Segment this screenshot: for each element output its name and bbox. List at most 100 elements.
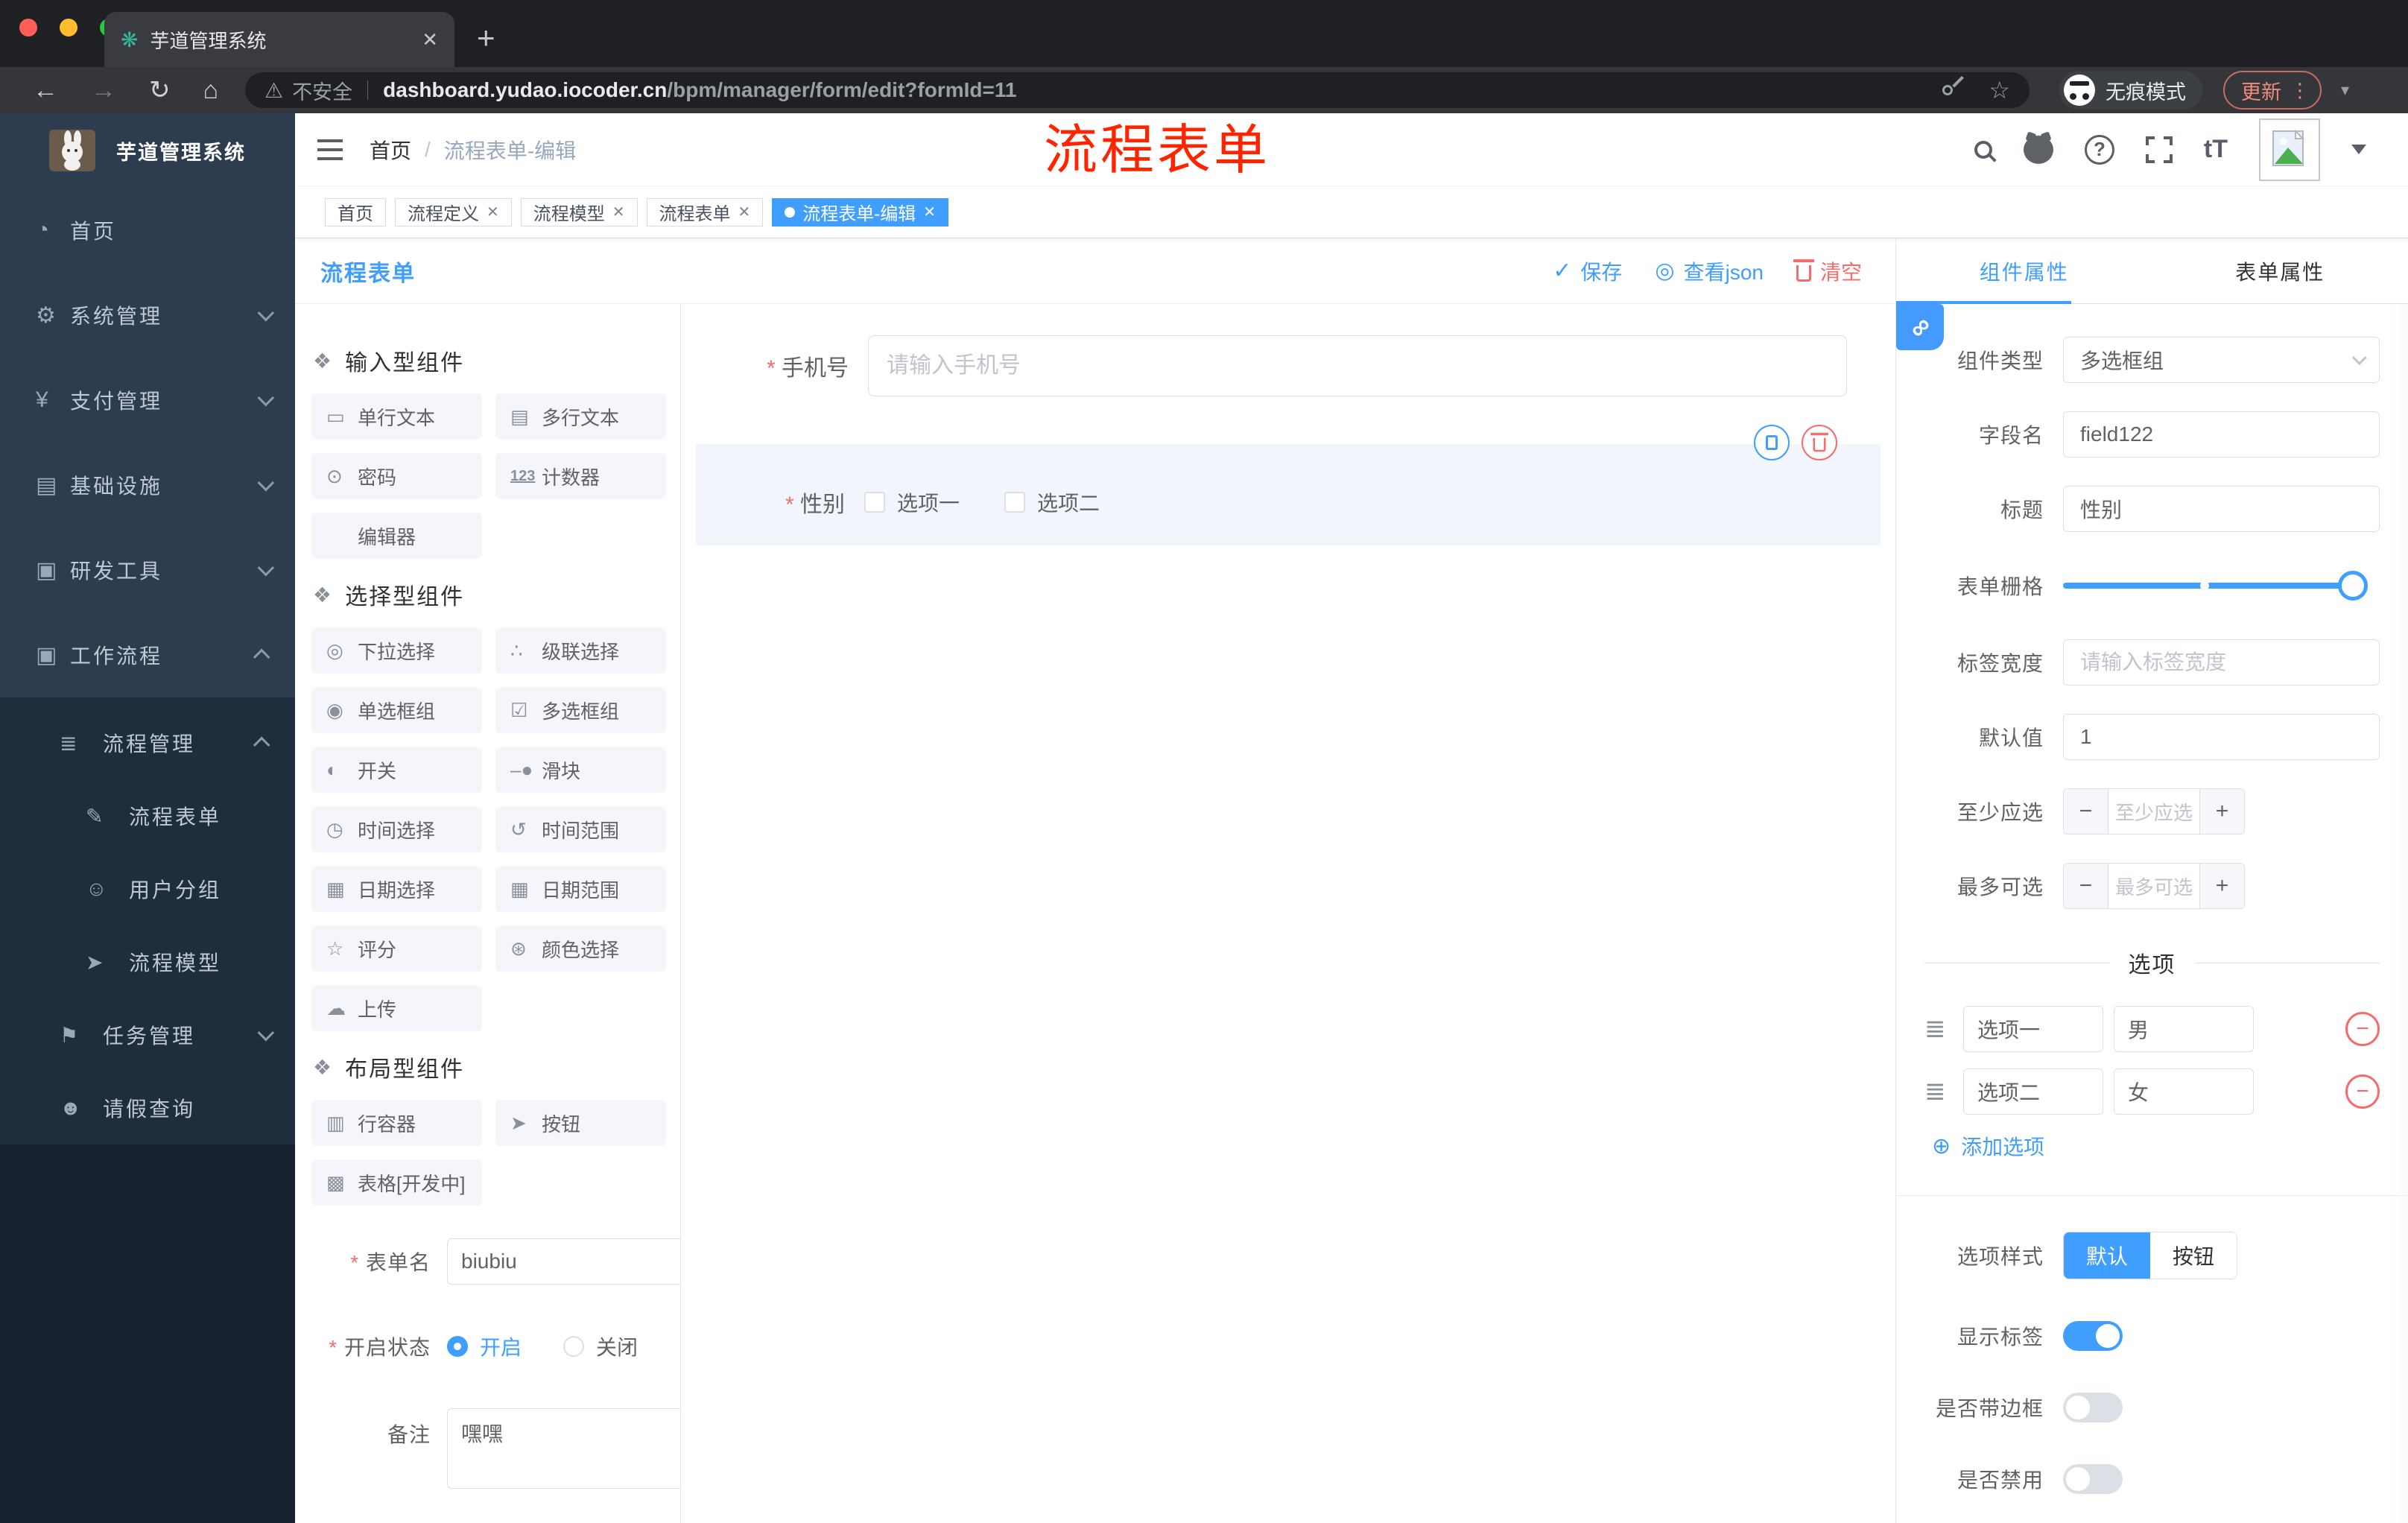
- slider-handle[interactable]: [2338, 571, 2368, 601]
- tag-home[interactable]: 首页: [325, 197, 386, 227]
- remove-option-button[interactable]: [2345, 1012, 2380, 1046]
- show-label-toggle-on[interactable]: [2063, 1321, 2123, 1351]
- search-icon[interactable]: [1974, 140, 1992, 159]
- browser-update-button[interactable]: 更新 ⋮: [2223, 71, 2322, 110]
- browser-tab[interactable]: ❋ 芋道管理系统 ✕: [104, 12, 454, 67]
- browser-caret-icon[interactable]: ▾: [2341, 80, 2349, 100]
- sidebar-item-workflow[interactable]: ▣ 工作流程: [0, 612, 295, 697]
- tag-close-icon[interactable]: [923, 203, 936, 221]
- sidebar-item-task-mgmt[interactable]: ⚑ 任务管理: [0, 998, 295, 1071]
- tag-process-model[interactable]: 流程模型: [520, 197, 638, 227]
- gender-option-1[interactable]: 选项一: [864, 487, 960, 517]
- tag-close-icon[interactable]: [612, 203, 625, 221]
- sidebar-item-infra[interactable]: ▤ 基础设施: [0, 443, 295, 528]
- option-1-label-input[interactable]: [1963, 1006, 2103, 1052]
- palette-item-password[interactable]: ⊙ 密码: [311, 453, 482, 499]
- label-width-input[interactable]: [2063, 639, 2380, 685]
- view-json-button[interactable]: 查看json: [1655, 256, 1764, 286]
- phone-field-row[interactable]: 手机号: [681, 335, 1895, 396]
- tag-process-form[interactable]: 流程表单: [646, 197, 764, 227]
- save-button[interactable]: 保存: [1553, 256, 1622, 286]
- sidebar-fold-icon[interactable]: [317, 139, 343, 160]
- phone-input[interactable]: [868, 335, 1847, 396]
- avatar-caret-icon[interactable]: [2351, 145, 2366, 154]
- help-icon[interactable]: [2084, 134, 2114, 165]
- fullscreen-icon[interactable]: [2144, 134, 2174, 165]
- palette-item-row-container[interactable]: ▥ 行容器: [311, 1100, 482, 1146]
- plus-icon[interactable]: +: [2199, 864, 2244, 908]
- sidebar-item-user-group[interactable]: ☺ 用户分组: [0, 852, 295, 925]
- tag-close-icon[interactable]: [738, 203, 751, 221]
- palette-item-slider[interactable]: –● 滑块: [495, 747, 666, 793]
- palette-item-select[interactable]: ◎ 下拉选择: [311, 627, 482, 674]
- window-close-button[interactable]: [19, 19, 37, 37]
- tag-process-form-edit[interactable]: 流程表单-编辑: [772, 197, 949, 227]
- reload-icon[interactable]: ↻: [149, 75, 171, 105]
- palette-item-table[interactable]: ▩ 表格[开发中]: [311, 1159, 482, 1206]
- tab-close-icon[interactable]: ✕: [422, 28, 438, 51]
- component-type-select[interactable]: 多选框组: [2063, 337, 2380, 383]
- palette-item-date-range[interactable]: ▦ 日期范围: [495, 866, 666, 912]
- drag-handle-icon[interactable]: [1924, 1077, 1953, 1106]
- status-on-radio[interactable]: 开启: [447, 1332, 522, 1361]
- tag-close-icon[interactable]: [487, 203, 499, 221]
- palette-item-button[interactable]: ➤ 按钮: [495, 1100, 666, 1146]
- palette-item-counter[interactable]: 123 计数器: [495, 453, 666, 499]
- add-option-button[interactable]: 添加选项: [1932, 1131, 2380, 1161]
- palette-item-color-picker[interactable]: ⊛ 颜色选择: [495, 925, 666, 972]
- gender-field-block-selected[interactable]: 性别 选项一 选项二: [696, 425, 1881, 545]
- delete-component-button[interactable]: [1802, 425, 1837, 460]
- sidebar-item-process-mgmt[interactable]: ≣ 流程管理: [0, 706, 295, 779]
- palette-item-single-text[interactable]: ▭ 单行文本: [311, 393, 482, 440]
- sidebar-item-leave-query[interactable]: ☻ 请假查询: [0, 1071, 295, 1144]
- sidebar-item-devtools[interactable]: ▣ 研发工具: [0, 528, 295, 612]
- copy-component-button[interactable]: [1754, 425, 1790, 460]
- palette-item-time-picker[interactable]: ◷ 时间选择: [311, 806, 482, 852]
- forward-icon[interactable]: →: [91, 76, 116, 105]
- home-icon[interactable]: ⌂: [203, 76, 219, 105]
- password-key-icon[interactable]: [1940, 83, 1956, 98]
- github-icon[interactable]: [2023, 135, 2053, 164]
- palette-item-rate[interactable]: ☆ 评分: [311, 925, 482, 972]
- palette-item-textarea[interactable]: ▤ 多行文本: [495, 393, 666, 440]
- browser-menu-kebab-icon[interactable]: ⋮: [2290, 79, 2310, 102]
- border-toggle-off[interactable]: [2063, 1393, 2123, 1422]
- palette-item-editor[interactable]: 编辑器: [311, 513, 482, 559]
- option-2-label-input[interactable]: [1963, 1068, 2103, 1115]
- text-size-icon[interactable]: tT: [2204, 135, 2228, 164]
- palette-item-cascader[interactable]: ∴ 级联选择: [495, 627, 666, 674]
- field-name-input[interactable]: [2063, 411, 2380, 457]
- sidebar-item-payment[interactable]: ¥ 支付管理: [0, 358, 295, 443]
- sidebar-item-home[interactable]: ◔ 首页: [0, 188, 295, 273]
- style-default-button[interactable]: 默认: [2064, 1232, 2151, 1279]
- sidebar-logo[interactable]: 芋道管理系统: [0, 113, 295, 188]
- palette-item-date-picker[interactable]: ▦ 日期选择: [311, 866, 482, 912]
- tag-process-definition[interactable]: 流程定义: [395, 197, 512, 227]
- title-input[interactable]: [2063, 486, 2380, 532]
- palette-item-switch[interactable]: ◐ 开关: [311, 747, 482, 793]
- checkbox-icon[interactable]: [1004, 492, 1026, 513]
- address-bar[interactable]: ⚠ 不安全 dashboard.yudao.iocoder.cn /bpm/ma…: [245, 72, 2030, 108]
- bookmark-star-icon[interactable]: ☆: [1989, 76, 2010, 104]
- option-1-value-input[interactable]: [2114, 1006, 2254, 1052]
- checkbox-icon[interactable]: [864, 492, 885, 513]
- tab-form-props[interactable]: 表单属性: [2152, 238, 2408, 303]
- default-value-input[interactable]: [2063, 714, 2380, 760]
- minus-icon[interactable]: −: [2064, 789, 2108, 834]
- link-chip[interactable]: ∞: [1896, 304, 1944, 350]
- status-off-radio[interactable]: 关闭: [563, 1332, 638, 1361]
- back-icon[interactable]: ←: [33, 76, 58, 105]
- style-button-button[interactable]: 按钮: [2150, 1232, 2237, 1279]
- minus-icon[interactable]: −: [2064, 864, 2108, 908]
- palette-item-upload[interactable]: ☁ 上传: [311, 985, 482, 1031]
- option-2-value-input[interactable]: [2114, 1068, 2254, 1115]
- remove-option-button[interactable]: [2345, 1074, 2380, 1109]
- new-tab-button[interactable]: +: [477, 22, 495, 54]
- palette-item-time-range[interactable]: ↺ 时间范围: [495, 806, 666, 852]
- window-minimize-button[interactable]: [60, 19, 77, 37]
- breadcrumb-home[interactable]: 首页: [370, 135, 411, 165]
- sidebar-item-process-form[interactable]: ✎ 流程表单: [0, 779, 295, 852]
- sidebar-item-system[interactable]: ⚙ 系统管理: [0, 273, 295, 358]
- clear-button[interactable]: 清空: [1793, 256, 1862, 286]
- sidebar-item-process-model[interactable]: ➤ 流程模型: [0, 925, 295, 998]
